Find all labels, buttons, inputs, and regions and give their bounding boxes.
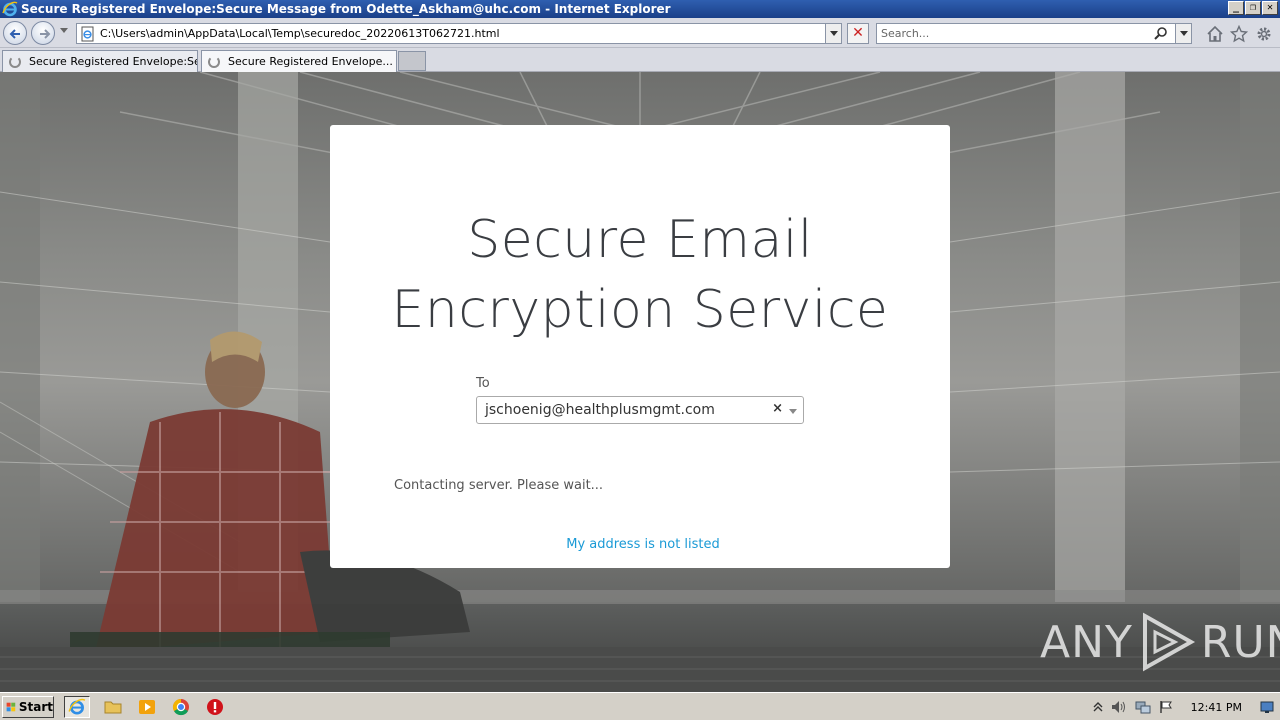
address-dropdown-button[interactable] bbox=[825, 24, 841, 43]
show-desktop-icon[interactable] bbox=[1260, 700, 1274, 714]
tools-gear-icon[interactable] bbox=[1255, 25, 1273, 43]
chrome-icon bbox=[172, 698, 189, 716]
restore-button[interactable]: ❐ bbox=[1245, 1, 1261, 15]
taskbar-chrome[interactable] bbox=[168, 696, 194, 718]
network-icon[interactable] bbox=[1135, 700, 1151, 714]
windows-logo-icon bbox=[6, 702, 16, 712]
forward-button[interactable] bbox=[31, 21, 55, 45]
window-title: Secure Registered Envelope:Secure Messag… bbox=[21, 2, 671, 16]
address-bar[interactable]: C:\Users\admin\AppData\Local\Temp\secure… bbox=[76, 23, 842, 44]
page-icon bbox=[81, 26, 94, 41]
search-box[interactable]: Search... bbox=[876, 23, 1192, 44]
tab-envelope-2[interactable]: Secure Registered Envelope... ✕ bbox=[201, 50, 397, 72]
media-player-icon bbox=[139, 700, 155, 714]
home-icon[interactable] bbox=[1206, 25, 1224, 43]
clear-selection-icon[interactable]: × bbox=[772, 401, 783, 416]
play-logo-icon bbox=[1142, 612, 1195, 672]
navigation-bar: C:\Users\admin\AppData\Local\Temp\secure… bbox=[0, 18, 1280, 48]
system-tray: 12:41 PM bbox=[1093, 695, 1280, 719]
clock[interactable]: 12:41 PM bbox=[1191, 701, 1242, 714]
back-arrow-icon bbox=[9, 29, 20, 39]
login-card: Secure Email Encryption Service To jscho… bbox=[330, 125, 950, 568]
start-label: Start bbox=[18, 700, 53, 714]
ie-logo-icon bbox=[2, 1, 18, 17]
search-icon[interactable] bbox=[1153, 26, 1169, 42]
volume-icon[interactable] bbox=[1111, 700, 1127, 714]
loading-spinner-icon bbox=[208, 55, 220, 68]
close-window-button[interactable]: ✕ bbox=[1262, 1, 1278, 15]
minimize-button[interactable]: _ bbox=[1228, 1, 1244, 15]
stop-button[interactable]: ✕ bbox=[847, 23, 869, 44]
history-dropdown-icon[interactable] bbox=[60, 28, 68, 33]
status-message: Contacting server. Please wait... bbox=[394, 478, 604, 493]
recipient-value: jschoenig@healthplusmgmt.com bbox=[485, 402, 715, 418]
start-button[interactable]: Start bbox=[2, 696, 54, 718]
taskbar-explorer[interactable] bbox=[100, 696, 126, 718]
search-placeholder: Search... bbox=[881, 27, 930, 40]
loading-spinner-icon bbox=[9, 55, 21, 68]
back-button[interactable] bbox=[3, 21, 27, 45]
forward-arrow-icon bbox=[40, 29, 51, 39]
recipient-select[interactable]: jschoenig@healthplusmgmt.com × bbox=[476, 396, 804, 424]
url-text[interactable]: C:\Users\admin\AppData\Local\Temp\secure… bbox=[100, 27, 500, 40]
tab-bar: Secure Registered Envelope:Se... Secure … bbox=[0, 48, 1280, 72]
taskbar-stop-app[interactable] bbox=[202, 696, 228, 718]
folder-icon bbox=[104, 701, 122, 714]
heading-line-2: Encryption Service bbox=[391, 280, 889, 340]
tab-label: Secure Registered Envelope... bbox=[228, 55, 393, 68]
tray-expand-icon[interactable] bbox=[1093, 701, 1103, 713]
taskbar-media-player[interactable] bbox=[134, 696, 160, 718]
tab-envelope-1[interactable]: Secure Registered Envelope:Se... bbox=[2, 50, 198, 72]
tab-label: Secure Registered Envelope:Se... bbox=[29, 55, 198, 68]
page-heading: Secure Email Encryption Service bbox=[330, 205, 950, 345]
search-dropdown-button[interactable] bbox=[1175, 24, 1191, 43]
taskbar-ie[interactable] bbox=[64, 696, 90, 718]
select-dropdown-arrow-icon[interactable] bbox=[789, 409, 797, 414]
watermark-right: RUN bbox=[1200, 616, 1280, 668]
to-label: To bbox=[476, 376, 490, 391]
page-content: Secure Email Encryption Service To jscho… bbox=[0, 72, 1280, 692]
heading-line-1: Secure Email bbox=[467, 210, 813, 270]
taskbar: Start 12:41 PM bbox=[0, 692, 1280, 720]
ie-icon bbox=[68, 698, 86, 715]
watermark-left: ANY bbox=[1040, 616, 1133, 668]
new-tab-button[interactable] bbox=[398, 51, 426, 71]
window-titlebar: Secure Registered Envelope:Secure Messag… bbox=[0, 0, 1280, 18]
favorites-star-icon[interactable] bbox=[1230, 25, 1248, 43]
action-center-flag-icon[interactable] bbox=[1159, 700, 1173, 714]
red-stop-icon bbox=[207, 699, 223, 715]
address-not-listed-link[interactable]: My address is not listed bbox=[330, 537, 956, 552]
anyrun-watermark: ANY RUN bbox=[1040, 612, 1280, 672]
